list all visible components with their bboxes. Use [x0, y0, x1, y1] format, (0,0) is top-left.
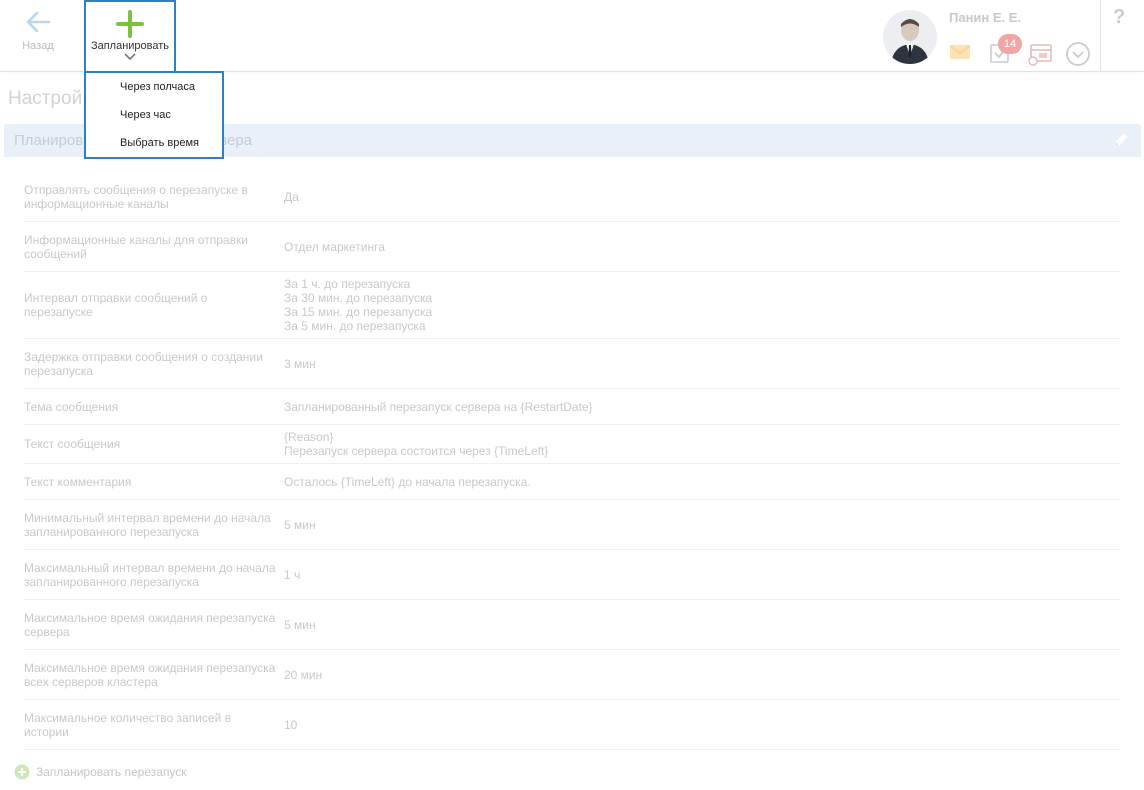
tasks-count-badge: 14	[998, 34, 1022, 54]
settings-row: Максимальное время ожидания перезапуска …	[24, 650, 1120, 700]
setting-value: 10	[284, 717, 298, 732]
calendar-icon[interactable]	[1027, 42, 1053, 66]
setting-value: 5 мин	[284, 617, 316, 632]
setting-key: Максимальное время ожидания перезапуска …	[24, 610, 276, 639]
menu-item-half-hour[interactable]: Через полчаса	[86, 79, 222, 107]
schedule-label: Запланировать	[90, 40, 170, 52]
help-button[interactable]: ?	[1113, 6, 1125, 29]
toolbar-divider	[1100, 0, 1101, 72]
settings-row: Текст сообщения {Reason} Перезапуск серве…	[24, 425, 1120, 464]
setting-key: Информационные каналы для отправки сообщ…	[24, 232, 248, 261]
settings-row: Отправлять сообщения о перезапуске в инф…	[24, 172, 1120, 222]
card-title-start: Планиров	[14, 132, 84, 149]
setting-key: Отправлять сообщения о перезапуске в инф…	[24, 182, 248, 211]
settings-card: Планиров вера Отправлять сообщения о пере…	[4, 124, 1141, 790]
settings-row: Текст комментария Осталось {TimeLeft} до …	[24, 464, 1120, 500]
chevron-down-icon	[124, 53, 136, 61]
setting-value: За 1 ч. до перезапуска За 30 мин. до пер…	[284, 277, 433, 333]
arrow-left-icon	[26, 11, 51, 33]
setting-key: Текст комментария	[24, 474, 132, 489]
setting-key: Максимальное время ожидания перезапуска …	[24, 660, 276, 689]
settings-row: Максимальное время ожидания перезапуска …	[24, 600, 1120, 650]
settings-row: Минимальный интервал времени до начала з…	[24, 500, 1120, 550]
page-title: Настрой	[8, 88, 83, 109]
setting-value: Отдел маркетинга	[284, 239, 385, 254]
settings-row: Задержка отправки сообщения о создании п…	[24, 339, 1120, 389]
setting-value: Да	[284, 189, 299, 204]
settings-row: Интервал отправки сообщений о перезапуск…	[24, 272, 1120, 339]
setting-value: 3 мин	[284, 356, 316, 371]
user-photo-icon	[883, 10, 937, 64]
settings-row: Максимальный интервал времени до начала …	[24, 550, 1120, 600]
pencil-icon[interactable]	[1113, 132, 1129, 148]
avatar[interactable]	[883, 10, 937, 64]
menu-item-choose-time[interactable]: Выбрать время	[86, 135, 222, 163]
mail-icon[interactable]	[949, 44, 971, 60]
top-toolbar: Назад Запланировать Панин Е. Е. 14 ?	[0, 0, 1144, 72]
card-title-end: вера	[219, 132, 253, 149]
setting-value: 5 мин	[284, 517, 316, 532]
setting-key: Максимальный интервал времени до начала …	[24, 560, 276, 589]
add-circle-icon	[14, 764, 30, 780]
settings-list: Отправлять сообщения о перезапуске в инф…	[24, 172, 1120, 750]
menu-item-one-hour[interactable]: Через час	[86, 107, 222, 135]
plus-icon	[116, 10, 144, 38]
settings-row: Тема сообщения Запланированный перезапуск…	[24, 389, 1120, 425]
setting-key: Текст сообщения	[24, 437, 121, 451]
setting-key: Задержка отправки сообщения о создании п…	[24, 349, 263, 378]
setting-value: 20 мин	[284, 667, 323, 682]
schedule-dropdown-menu: Через полчаса Через час Выбрать время	[84, 71, 224, 159]
settings-row: Максимальное количество записей в истори…	[24, 700, 1120, 750]
setting-value: 1 ч	[284, 567, 301, 582]
add-restart-label: Запланировать перезапуск	[36, 765, 187, 779]
setting-key: Минимальный интервал времени до начала з…	[24, 510, 271, 539]
setting-value: Осталось {TimeLeft} до начала перезапуск…	[284, 474, 531, 489]
check-circle-icon[interactable]	[1065, 41, 1091, 67]
user-name[interactable]: Панин Е. Е.	[949, 10, 1021, 25]
setting-value: {Reason} Перезапуск сервера состоится че…	[284, 430, 549, 458]
setting-key: Тема сообщения	[24, 399, 119, 414]
back-label: Назад	[22, 40, 54, 52]
back-button[interactable]: Назад	[10, 8, 66, 66]
schedule-button[interactable]: Запланировать	[84, 0, 176, 72]
setting-key: Максимальное количество записей в истори…	[24, 710, 232, 739]
add-restart-link[interactable]: Запланировать перезапуск	[14, 764, 187, 780]
setting-value: Запланированный перезапуск сервера на {R…	[284, 399, 593, 414]
settings-row: Информационные каналы для отправки сообщ…	[24, 222, 1120, 272]
setting-key: Интервал отправки сообщений о перезапуск…	[24, 291, 208, 319]
